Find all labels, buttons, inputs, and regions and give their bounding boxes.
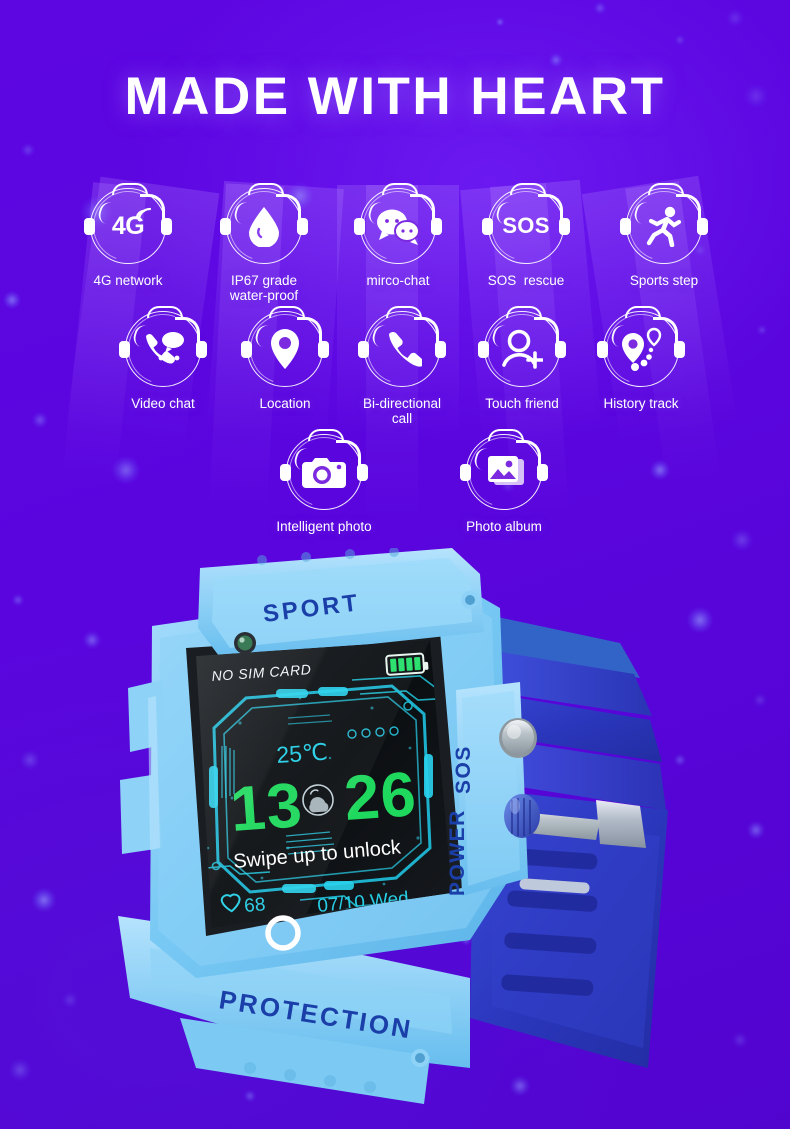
power-side-label: POWER bbox=[446, 809, 469, 896]
feature-label: History track bbox=[603, 396, 679, 411]
front-camera-lens bbox=[234, 632, 256, 654]
photo-album-icon-glyph bbox=[466, 434, 542, 510]
feature-item-photo-album[interactable]: Photo album bbox=[438, 425, 570, 534]
add-friend-icon bbox=[475, 302, 569, 396]
feature-label: 4G network bbox=[93, 273, 163, 288]
feature-label: Bi-directional call bbox=[362, 396, 442, 426]
feature-item-location-pin[interactable]: Location bbox=[219, 302, 351, 411]
feature-label: Location bbox=[259, 396, 311, 411]
feature-item-video-chat[interactable]: Video chat bbox=[97, 302, 229, 411]
photo-album-icon bbox=[457, 425, 551, 519]
sos-rescue-icon: SOS bbox=[479, 179, 573, 273]
feature-item-add-friend[interactable]: Touch friend bbox=[456, 302, 588, 411]
history-track-icon-glyph bbox=[603, 311, 679, 387]
feature-label: Touch friend bbox=[485, 396, 559, 411]
water-drop-icon-glyph bbox=[226, 188, 302, 264]
feature-item-sos-rescue[interactable]: SOS SOS rescue bbox=[460, 179, 592, 288]
video-chat-icon-glyph bbox=[125, 311, 201, 387]
location-pin-icon bbox=[238, 302, 332, 396]
feature-item-phone-call[interactable]: Bi-directional call bbox=[336, 302, 468, 426]
feature-grid: 4G 4G network IP67 grade water-proof mirco… bbox=[0, 0, 790, 560]
feature-label: Intelligent photo bbox=[276, 519, 372, 534]
add-friend-icon-glyph bbox=[484, 311, 560, 387]
feature-label: Video chat bbox=[131, 396, 195, 411]
feature-label: SOS rescue bbox=[487, 273, 565, 288]
phone-call-icon-glyph bbox=[364, 311, 440, 387]
signal-wave-icon bbox=[133, 202, 153, 227]
feature-label: Sports step bbox=[629, 273, 699, 288]
feature-item-camera[interactable]: Intelligent photo bbox=[258, 425, 390, 534]
sos-rescue-icon-glyph: SOS bbox=[502, 213, 550, 238]
feature-label: IP67 grade water-proof bbox=[229, 273, 299, 303]
chat-bubbles-icon bbox=[351, 179, 445, 273]
history-track-icon bbox=[594, 302, 688, 396]
left-lug-top bbox=[128, 680, 166, 752]
4g-network-icon-glyph: 4G bbox=[90, 188, 166, 264]
smartwatch-product-image: PROTECTION SPORT 25℃ 13 26 Swipe up to u… bbox=[0, 548, 790, 1129]
feature-item-4g-network[interactable]: 4G 4G network bbox=[62, 179, 194, 288]
feature-item-history-track[interactable]: History track bbox=[575, 302, 707, 411]
watch-display: NO SIM CARD 25℃ 13 26 bbox=[196, 640, 452, 928]
video-chat-icon bbox=[116, 302, 210, 396]
water-drop-icon bbox=[217, 179, 311, 273]
power-button bbox=[504, 794, 540, 838]
feature-item-chat-bubbles[interactable]: mirco-chat bbox=[332, 179, 464, 288]
feature-item-running-person[interactable]: Sports step bbox=[598, 179, 730, 288]
feature-label: Photo album bbox=[466, 519, 542, 534]
running-person-icon-glyph bbox=[626, 188, 702, 264]
location-pin-icon-glyph bbox=[247, 311, 323, 387]
sos-button bbox=[499, 718, 537, 758]
camera-icon-glyph bbox=[286, 434, 362, 510]
chat-bubbles-icon-glyph bbox=[360, 188, 436, 264]
feature-item-water-drop[interactable]: IP67 grade water-proof bbox=[198, 179, 330, 303]
sos-side-label: SOS bbox=[452, 745, 475, 794]
running-person-icon bbox=[617, 179, 711, 273]
camera-icon bbox=[277, 425, 371, 519]
promo-poster: MADE WITH HEART 4G 4G network IP67 grade w… bbox=[0, 0, 790, 1129]
4g-network-icon: 4G bbox=[81, 179, 175, 273]
phone-call-icon bbox=[355, 302, 449, 396]
feature-label: mirco-chat bbox=[366, 273, 430, 288]
